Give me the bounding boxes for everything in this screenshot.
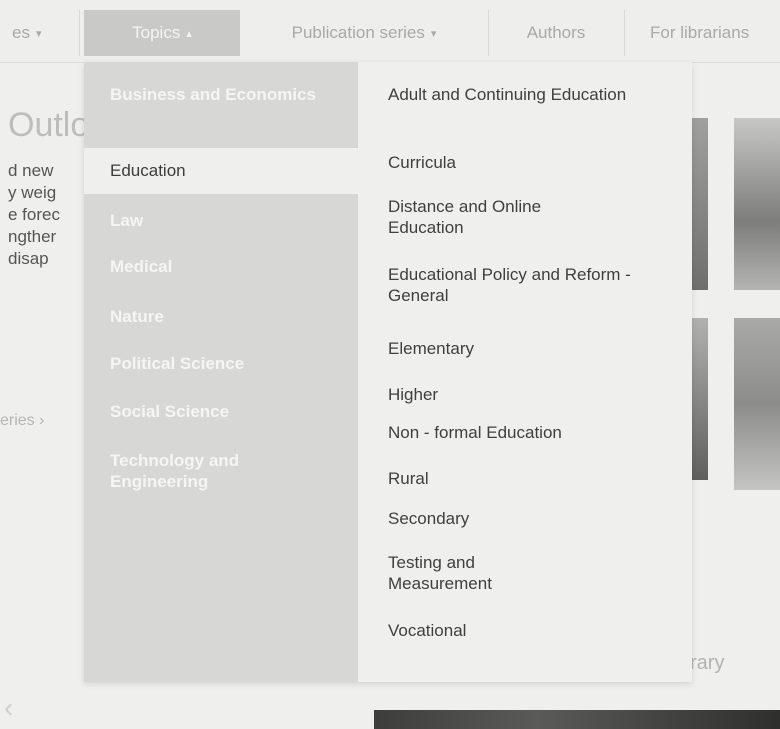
paragraph-line: e forec xyxy=(8,205,60,224)
book-cover-thumbnail[interactable] xyxy=(734,118,780,290)
banner-image xyxy=(374,710,780,729)
topics-dropdown: Business and Economics Education Law Med… xyxy=(84,62,692,682)
topic-education[interactable]: Education xyxy=(84,148,358,194)
topic-technology-and-engineering[interactable]: Technology and Engineering xyxy=(84,450,344,492)
subtopic-distance-and-online-education[interactable]: Distance and Online Education xyxy=(388,196,618,238)
nav-series[interactable]: es ▾ xyxy=(0,10,80,56)
nav-series-label: es xyxy=(12,23,30,42)
paragraph-line: y weig xyxy=(8,183,57,202)
book-cover-thumbnail[interactable] xyxy=(690,118,708,290)
topic-medical[interactable]: Medical xyxy=(84,256,358,277)
carousel-prev-icon[interactable]: ‹ xyxy=(4,692,13,724)
chevron-down-icon: ▾ xyxy=(35,28,42,40)
nav-topics-label: Topics xyxy=(132,23,181,42)
subtopic-curricula[interactable]: Curricula xyxy=(388,152,658,173)
subtopic-adult-and-continuing-education[interactable]: Adult and Continuing Education xyxy=(388,84,628,105)
subtopic-rural[interactable]: Rural xyxy=(388,468,658,489)
subtopic-elementary[interactable]: Elementary xyxy=(388,338,658,359)
chevron-up-icon: ▴ xyxy=(186,28,192,40)
library-heading: rary xyxy=(690,652,725,674)
chevron-down-icon: ▾ xyxy=(430,28,437,40)
subtopic-educational-policy-and-reform[interactable]: Educational Policy and Reform - General xyxy=(388,264,650,306)
book-cover-thumbnail[interactable] xyxy=(734,318,780,490)
topic-social-science[interactable]: Social Science xyxy=(84,401,358,422)
series-link[interactable]: eries › xyxy=(0,412,44,430)
subtopic-non-formal-education[interactable]: Non - formal Education xyxy=(388,422,658,443)
topic-political-science[interactable]: Political Science xyxy=(84,353,358,374)
nav-for-librarians[interactable]: For librarians xyxy=(624,10,780,56)
nav-authors[interactable]: Authors xyxy=(488,10,625,56)
topic-list: Business and Economics Education Law Med… xyxy=(84,62,358,682)
topic-nature[interactable]: Nature xyxy=(84,306,358,327)
paragraph-line: disap xyxy=(8,249,49,268)
subtopic-testing-and-measurement[interactable]: Testing and Measurement xyxy=(388,552,548,594)
book-cover-thumbnail[interactable] xyxy=(690,318,708,480)
subtopic-secondary[interactable]: Secondary xyxy=(388,508,658,529)
page-heading: Outlo xyxy=(8,106,90,144)
paragraph-line: d new xyxy=(8,161,54,180)
nav-topics[interactable]: Topics ▴ xyxy=(84,10,240,56)
topic-business-and-economics[interactable]: Business and Economics xyxy=(84,84,358,105)
topic-law[interactable]: Law xyxy=(84,210,358,231)
nav-publication-series-label: Publication series xyxy=(291,23,425,42)
intro-paragraph: d new y weig e forec ngther disap xyxy=(8,160,88,270)
nav-publication-series[interactable]: Publication series ▾ xyxy=(240,10,489,56)
subtopic-vocational[interactable]: Vocational xyxy=(388,620,658,641)
paragraph-line: ngther xyxy=(8,227,57,246)
main-navbar: es ▾ Topics ▴ Publication series ▾ Authors … xyxy=(0,0,780,63)
subtopic-list: Adult and Continuing Education Curricula… xyxy=(358,62,692,682)
subtopic-higher[interactable]: Higher xyxy=(388,384,658,405)
